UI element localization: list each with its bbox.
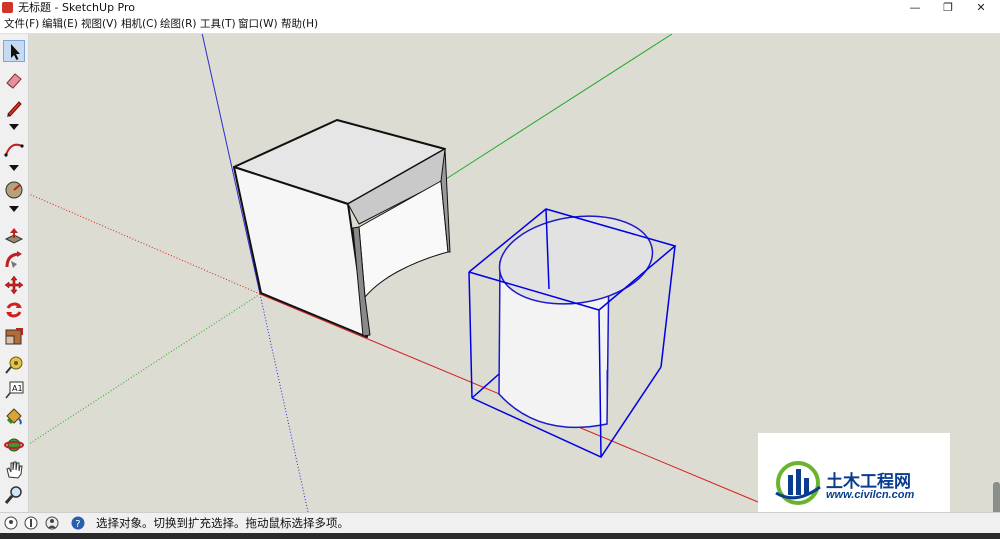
sketchup-logo-icon [2, 2, 13, 13]
menu-file[interactable]: 文件(F) [4, 17, 39, 31]
red-axis-line-dotted [29, 193, 261, 295]
minimize-button[interactable]: — [898, 0, 932, 16]
taskbar-strip [0, 533, 1000, 539]
svg-text:A1: A1 [12, 384, 23, 393]
select-icon[interactable] [3, 40, 25, 62]
scale-icon[interactable] [3, 325, 25, 347]
move-icon[interactable] [3, 274, 25, 296]
geo-location-icon[interactable] [4, 516, 18, 530]
menu-bar: 文件(F) 编辑(E) 视图(V) 相机(C) 绘图(R) 工具(T) 窗口(W… [0, 16, 1000, 34]
restore-button[interactable]: ❐ [931, 0, 965, 16]
menu-help[interactable]: 帮助(H) [281, 17, 318, 31]
paint-bucket-icon[interactable] [3, 405, 25, 427]
watermark-url: www.civilcn.com [826, 489, 915, 501]
box-model [233, 119, 451, 338]
push-pull-icon[interactable] [3, 225, 25, 247]
close-button[interactable]: ✕ [964, 0, 998, 16]
watermark-logo-icon [775, 461, 821, 505]
title-bar: 无标题 - SketchUp Pro — ❐ ✕ [0, 0, 1000, 16]
cylinder-model [498, 215, 654, 429]
menu-window[interactable]: 窗口(W) [238, 17, 278, 31]
left-toolbar: A1 [0, 34, 29, 512]
help-icon[interactable]: ? [71, 516, 85, 530]
window-title: 无标题 - SketchUp Pro [18, 1, 136, 14]
arc-icon[interactable] [3, 138, 25, 160]
menu-view[interactable]: 视图(V) [81, 17, 117, 31]
green-axis-line-dotted [29, 293, 261, 445]
zoom-icon[interactable] [3, 484, 25, 506]
user-account-icon[interactable] [45, 516, 59, 530]
status-message: 选择对象。切换到扩充选择。拖动鼠标选择多项。 [96, 516, 349, 530]
pencil-icon[interactable] [3, 97, 25, 119]
circle-icon[interactable] [3, 179, 25, 201]
follow-me-icon[interactable] [3, 249, 25, 271]
menu-edit[interactable]: 编辑(E) [42, 17, 78, 31]
menu-tools[interactable]: 工具(T) [200, 17, 236, 31]
status-bar: ? 选择对象。切换到扩充选择。拖动鼠标选择多项。 [0, 512, 1000, 534]
credits-icon[interactable] [24, 516, 38, 530]
rotate-icon[interactable] [3, 299, 25, 321]
orbit-icon[interactable] [3, 434, 25, 456]
eraser-icon[interactable] [3, 69, 25, 91]
tape-measure-icon[interactable] [3, 354, 25, 376]
text-icon[interactable]: A1 [3, 379, 25, 401]
pan-icon[interactable] [3, 459, 25, 481]
green-axis-line [445, 34, 673, 180]
chevron-down-icon[interactable] [3, 163, 25, 173]
chevron-down-icon[interactable] [3, 122, 25, 132]
menu-camera[interactable]: 相机(C) [121, 17, 158, 31]
chevron-down-icon[interactable] [3, 204, 25, 214]
menu-draw[interactable]: 绘图(R) [160, 17, 197, 31]
blue-axis-line-dotted [259, 293, 309, 512]
svg-text:?: ? [75, 519, 80, 530]
